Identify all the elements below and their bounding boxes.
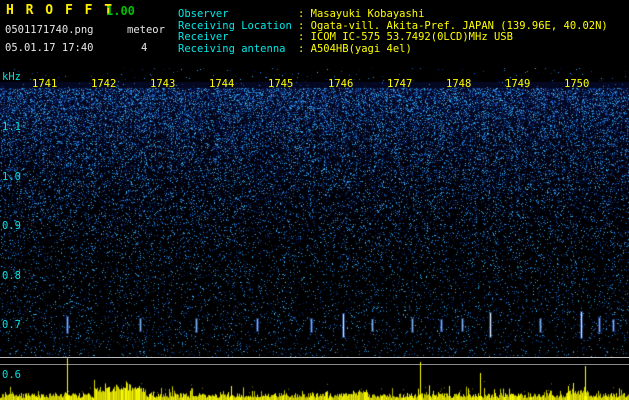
info-label: Receiving antenna bbox=[178, 42, 286, 55]
freq-axis-label: 0.9 bbox=[2, 220, 21, 232]
spectrogram-canvas bbox=[0, 68, 629, 357]
time-axis-label: 1743 bbox=[150, 78, 176, 90]
info-value: : A504HB(yagi 4el) bbox=[298, 42, 412, 55]
time-axis-label: 1746 bbox=[328, 78, 354, 90]
time-axis-label: 1742 bbox=[91, 78, 117, 90]
freq-axis-label: 0.7 bbox=[2, 319, 21, 331]
freq-axis-unit: kHz bbox=[2, 71, 21, 83]
time-axis-label: 1744 bbox=[209, 78, 235, 90]
station-info: Observer : Masayuki Kobayashi Receiving … bbox=[178, 8, 608, 56]
time-axis-label: 1748 bbox=[446, 78, 472, 90]
app-version: 1.00 bbox=[106, 4, 135, 18]
info-row: Receiving antenna : A504HB(yagi 4el) bbox=[178, 42, 608, 56]
time-axis-label: 1747 bbox=[387, 78, 413, 90]
info-row: Observer : Masayuki Kobayashi bbox=[178, 8, 608, 21]
time-axis-label: 1750 bbox=[564, 78, 590, 90]
info-label: Observer bbox=[178, 8, 229, 20]
app-title: H R O F F T bbox=[6, 3, 115, 18]
freq-axis-label: 1.1 bbox=[2, 121, 21, 133]
hrofft-window: H R O F F T 1.00 0501171740.png meteor 0… bbox=[0, 0, 629, 400]
time-axis-label: 1741 bbox=[32, 78, 58, 90]
output-filename: 0501171740.png bbox=[5, 24, 94, 36]
freq-axis-label: 1.0 bbox=[2, 171, 21, 183]
level-graph-canvas bbox=[0, 357, 629, 400]
time-axis-label: 1745 bbox=[268, 78, 294, 90]
freq-axis-label: 0.8 bbox=[2, 270, 21, 282]
mode-label: meteor bbox=[127, 24, 165, 36]
info-value: : Masayuki Kobayashi bbox=[298, 8, 425, 20]
time-axis-label: 1749 bbox=[505, 78, 531, 90]
datetime-label: 05.01.17 17:40 bbox=[5, 42, 94, 54]
meteor-count: 4 bbox=[141, 42, 148, 54]
freq-axis-label: 0.6 bbox=[2, 369, 21, 381]
